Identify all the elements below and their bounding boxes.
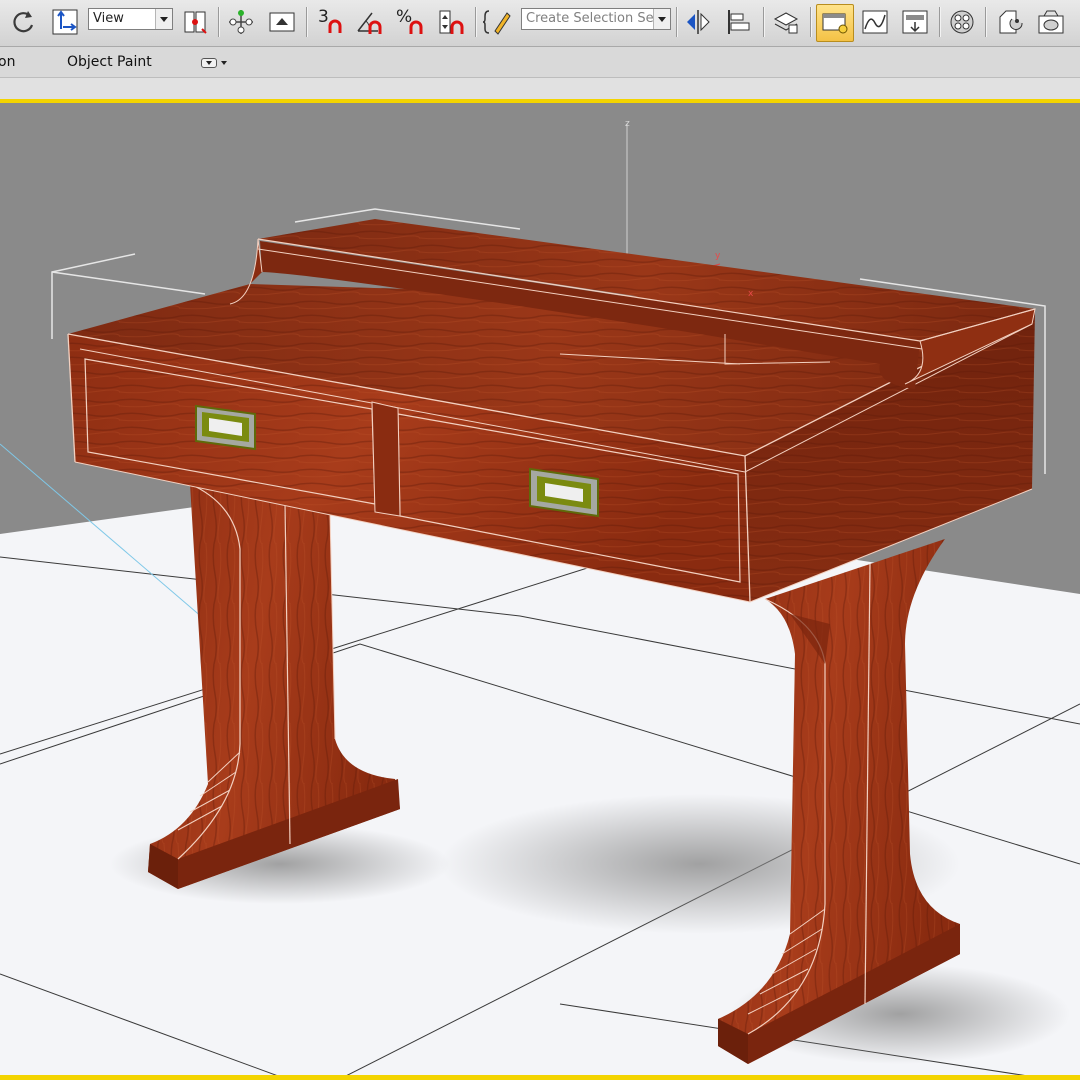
toolbar-separator: [475, 7, 476, 37]
undo-icon[interactable]: [6, 5, 40, 39]
named-selection-dropdown[interactable]: Create Selection Se: [521, 8, 671, 30]
schematic-view-icon[interactable]: [898, 5, 932, 39]
toolbar-separator: [763, 7, 764, 37]
main-toolbar: View 3 % Create Selection Se: [0, 0, 1080, 47]
view-combo-value: View: [93, 11, 124, 26]
pivot-center-icon[interactable]: [178, 5, 212, 39]
ribbon-tab-partial[interactable]: on: [0, 54, 15, 70]
render-setup-icon[interactable]: [994, 5, 1028, 39]
mirror-icon[interactable]: [681, 5, 715, 39]
keyboard-shortcut-icon[interactable]: [265, 5, 299, 39]
percent-snap-icon[interactable]: %: [393, 5, 427, 39]
chevron-down-icon[interactable]: [653, 9, 670, 29]
edit-named-selection-icon[interactable]: [481, 5, 515, 39]
align-icon[interactable]: [722, 5, 756, 39]
material-editor-icon[interactable]: [945, 5, 979, 39]
axis-label-z: z: [625, 119, 630, 129]
rendered-frame-icon[interactable]: [1034, 5, 1068, 39]
drawer-handle: [195, 404, 256, 451]
toolbar-separator: [810, 7, 811, 37]
axis-label-y: y: [715, 251, 721, 261]
toolbar-separator: [985, 7, 986, 37]
scene-render: [0, 103, 1080, 1080]
curve-editor-icon[interactable]: [858, 5, 892, 39]
toolbar-separator: [939, 7, 940, 37]
ribbon-tab-object-paint[interactable]: Object Paint: [67, 54, 152, 70]
selection-set-placeholder: Create Selection Se: [526, 11, 654, 26]
angle-snap-icon[interactable]: [352, 5, 386, 39]
snap-toggle-label: 3: [318, 7, 329, 27]
select-manipulate-icon[interactable]: [224, 5, 258, 39]
chevron-down-icon: [221, 61, 227, 65]
reference-coordinate-dropdown[interactable]: View: [88, 8, 173, 30]
ribbon-minimize-icon: [201, 58, 217, 68]
axis-label-x: x: [748, 289, 754, 299]
toolbar-separator: [676, 7, 677, 37]
select-move-icon[interactable]: [48, 5, 82, 39]
chevron-down-icon[interactable]: [155, 9, 172, 29]
snap-3d-icon[interactable]: 3: [312, 5, 346, 39]
percent-snap-label: %: [396, 7, 413, 27]
viewport-active-border: [0, 1075, 1080, 1080]
ribbon-panel-strip: [0, 78, 1080, 99]
perspective-viewport[interactable]: z y x: [0, 99, 1080, 1080]
ribbon-minimize-dropdown[interactable]: [201, 56, 231, 70]
ribbon-tab-row: on Object Paint: [0, 47, 1080, 78]
toolbar-separator: [306, 7, 307, 37]
scene-explorer-icon[interactable]: [816, 4, 854, 42]
layer-manager-icon[interactable]: [769, 5, 803, 39]
spinner-snap-icon[interactable]: [434, 5, 468, 39]
toolbar-separator: [218, 7, 219, 37]
